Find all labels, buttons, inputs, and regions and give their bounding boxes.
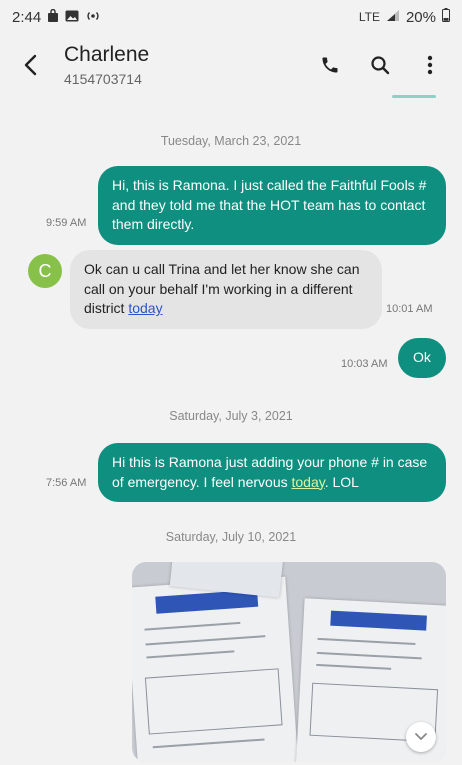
message-text-end: . LOL: [324, 473, 359, 490]
status-bar: 2:44 LTE 20%: [0, 0, 462, 34]
date-link[interactable]: today: [292, 474, 325, 490]
message-bubble-outgoing[interactable]: Hi, this is Ramona. I just called the Fa…: [98, 166, 446, 245]
message-text: Hi, this is Ramona. I just called the Fa…: [112, 177, 427, 233]
message-text: Ok: [413, 349, 431, 365]
scroll-indicator: [392, 95, 436, 98]
message-text: Ok can u call Trina and let her know she…: [84, 261, 360, 317]
phone-icon: [322, 57, 338, 73]
contact-avatar[interactable]: C: [28, 254, 62, 288]
scroll-to-bottom-button[interactable]: [406, 722, 436, 752]
message-time: 10:03 AM: [341, 358, 388, 370]
date-separator: Tuesday, March 23, 2021: [160, 134, 302, 148]
notification-bag-icon: [47, 8, 59, 26]
message-bubble-outgoing[interactable]: Hi this is Ramona just adding your phone…: [98, 443, 446, 503]
more-options-button[interactable]: [412, 47, 448, 83]
message-text: Hi this is Ramona just adding your phone…: [112, 454, 428, 490]
date-separator: Saturday, July 3, 2021: [169, 409, 293, 423]
network-type: LTE: [358, 10, 380, 24]
image-attachment[interactable]: [132, 562, 446, 762]
contact-info[interactable]: Charlene 4154703714: [64, 43, 149, 86]
message-bubble-outgoing[interactable]: Ok: [398, 338, 446, 378]
signal-icon: [386, 9, 400, 26]
search-button[interactable]: [362, 47, 398, 83]
hotspot-icon: [85, 9, 101, 26]
message-bubble-incoming[interactable]: Ok can u call Trina and let her know she…: [70, 250, 382, 329]
battery-icon: [442, 8, 450, 26]
search-icon: [371, 56, 390, 75]
message-time: 10:01 AM: [386, 303, 433, 315]
gallery-icon: [65, 9, 79, 26]
back-button[interactable]: [10, 45, 50, 85]
message-list[interactable]: Tuesday, March 23, 2021 Hi, this is Ramo…: [0, 100, 462, 765]
back-arrow-icon: [24, 54, 37, 76]
status-time: 2:44: [12, 8, 42, 26]
contact-name: Charlene: [64, 43, 150, 67]
battery-level: 20%: [405, 8, 436, 26]
photo-document-left: [132, 576, 299, 762]
more-vertical-icon: [427, 55, 433, 75]
conversation-header: Charlene 4154703714: [0, 34, 462, 96]
message-time: 9:59 AM: [46, 217, 87, 229]
date-link[interactable]: today: [128, 300, 162, 316]
date-separator: Saturday, July 10, 2021: [165, 530, 297, 544]
call-button[interactable]: [312, 47, 348, 83]
contact-number: 4154703714: [64, 70, 142, 87]
chevron-down-icon: [415, 733, 427, 741]
message-time: 7:56 AM: [46, 477, 87, 489]
